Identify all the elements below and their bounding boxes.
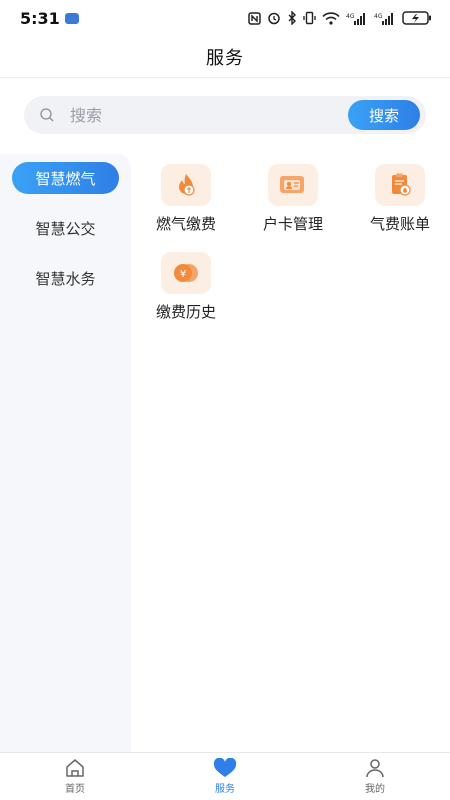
bottom-nav: 首页 服务 我的 xyxy=(0,752,450,800)
category-item-smart-bus[interactable]: 智慧公交 xyxy=(12,212,119,244)
page-title: 服务 xyxy=(206,47,244,69)
service-payment-history[interactable]: ¥ 缴费历史 xyxy=(131,252,241,322)
header: 服务 xyxy=(0,36,450,78)
tab-home[interactable]: 首页 xyxy=(0,753,150,800)
service-label: 缴费历史 xyxy=(155,303,216,321)
status-time: 5:31 xyxy=(20,8,60,28)
search-button[interactable]: 搜索 xyxy=(348,100,420,130)
flame-icon xyxy=(161,164,211,206)
category-sidebar: 智慧燃气 智慧公交 智慧水务 xyxy=(0,154,131,752)
tab-services[interactable]: 服务 xyxy=(150,753,300,800)
id-card-icon xyxy=(268,164,318,206)
service-gas-bill[interactable]: 气费账单 xyxy=(345,164,450,234)
search-input[interactable] xyxy=(70,105,320,125)
service-label: 燃气缴费 xyxy=(155,215,216,233)
tab-label: 服务 xyxy=(215,784,235,795)
service-card-management[interactable]: 户卡管理 xyxy=(238,164,348,234)
heart-icon xyxy=(213,758,237,777)
search-bar: 搜索 xyxy=(24,96,426,134)
tab-label: 首页 xyxy=(65,784,85,795)
person-icon xyxy=(366,759,384,778)
coin-icon: ¥ xyxy=(161,252,211,294)
search-icon xyxy=(40,108,54,122)
bill-icon xyxy=(375,164,425,206)
alarm-icon xyxy=(268,12,280,25)
tab-profile[interactable]: 我的 xyxy=(300,753,450,800)
vibrate-icon xyxy=(303,11,316,25)
category-item-smart-gas[interactable]: 智慧燃气 xyxy=(12,162,119,194)
home-icon xyxy=(66,759,84,777)
svg-text:¥: ¥ xyxy=(180,269,186,280)
svg-text:4G: 4G xyxy=(346,13,355,20)
category-item-smart-water[interactable]: 智慧水务 xyxy=(12,262,119,294)
nfc-icon xyxy=(248,11,261,25)
svg-text:4G: 4G xyxy=(374,13,383,20)
bluetooth-icon xyxy=(288,11,296,25)
signal-4g-icon: 4G xyxy=(346,12,365,25)
battery-charging-icon xyxy=(402,11,431,25)
app-notification-icon xyxy=(64,12,79,24)
status-icons: 4G 4G xyxy=(248,11,432,25)
wifi-icon xyxy=(322,11,340,25)
status-bar: 5:31 4G 4G xyxy=(0,0,450,36)
service-gas-payment[interactable]: 燃气缴费 xyxy=(131,164,241,234)
service-label: 户卡管理 xyxy=(262,215,323,233)
service-label: 气费账单 xyxy=(369,215,430,233)
signal-4g-icon: 4G xyxy=(374,12,393,25)
tab-label: 我的 xyxy=(365,784,385,795)
